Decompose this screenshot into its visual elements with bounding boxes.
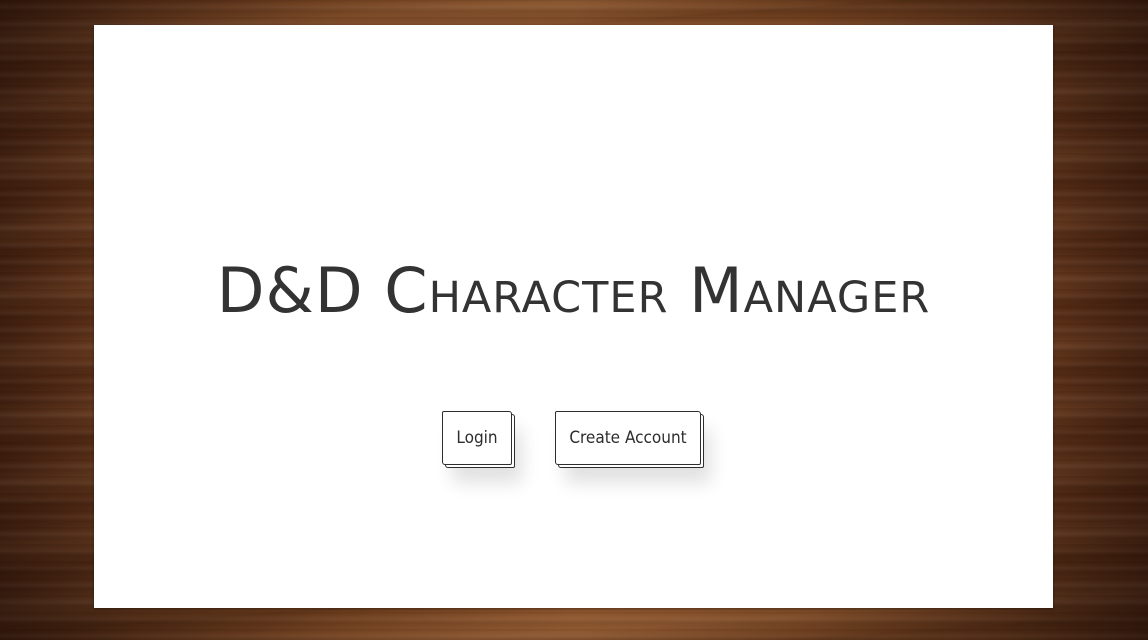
paper-card: D&D Character Manager Login Create Accou…: [94, 25, 1053, 608]
page-title: D&D Character Manager: [216, 254, 931, 327]
login-button[interactable]: Login: [442, 411, 512, 465]
create-account-button[interactable]: Create Account: [555, 411, 701, 465]
desk-background: { "app": { "title": "D&D Character Manag…: [0, 0, 1148, 640]
